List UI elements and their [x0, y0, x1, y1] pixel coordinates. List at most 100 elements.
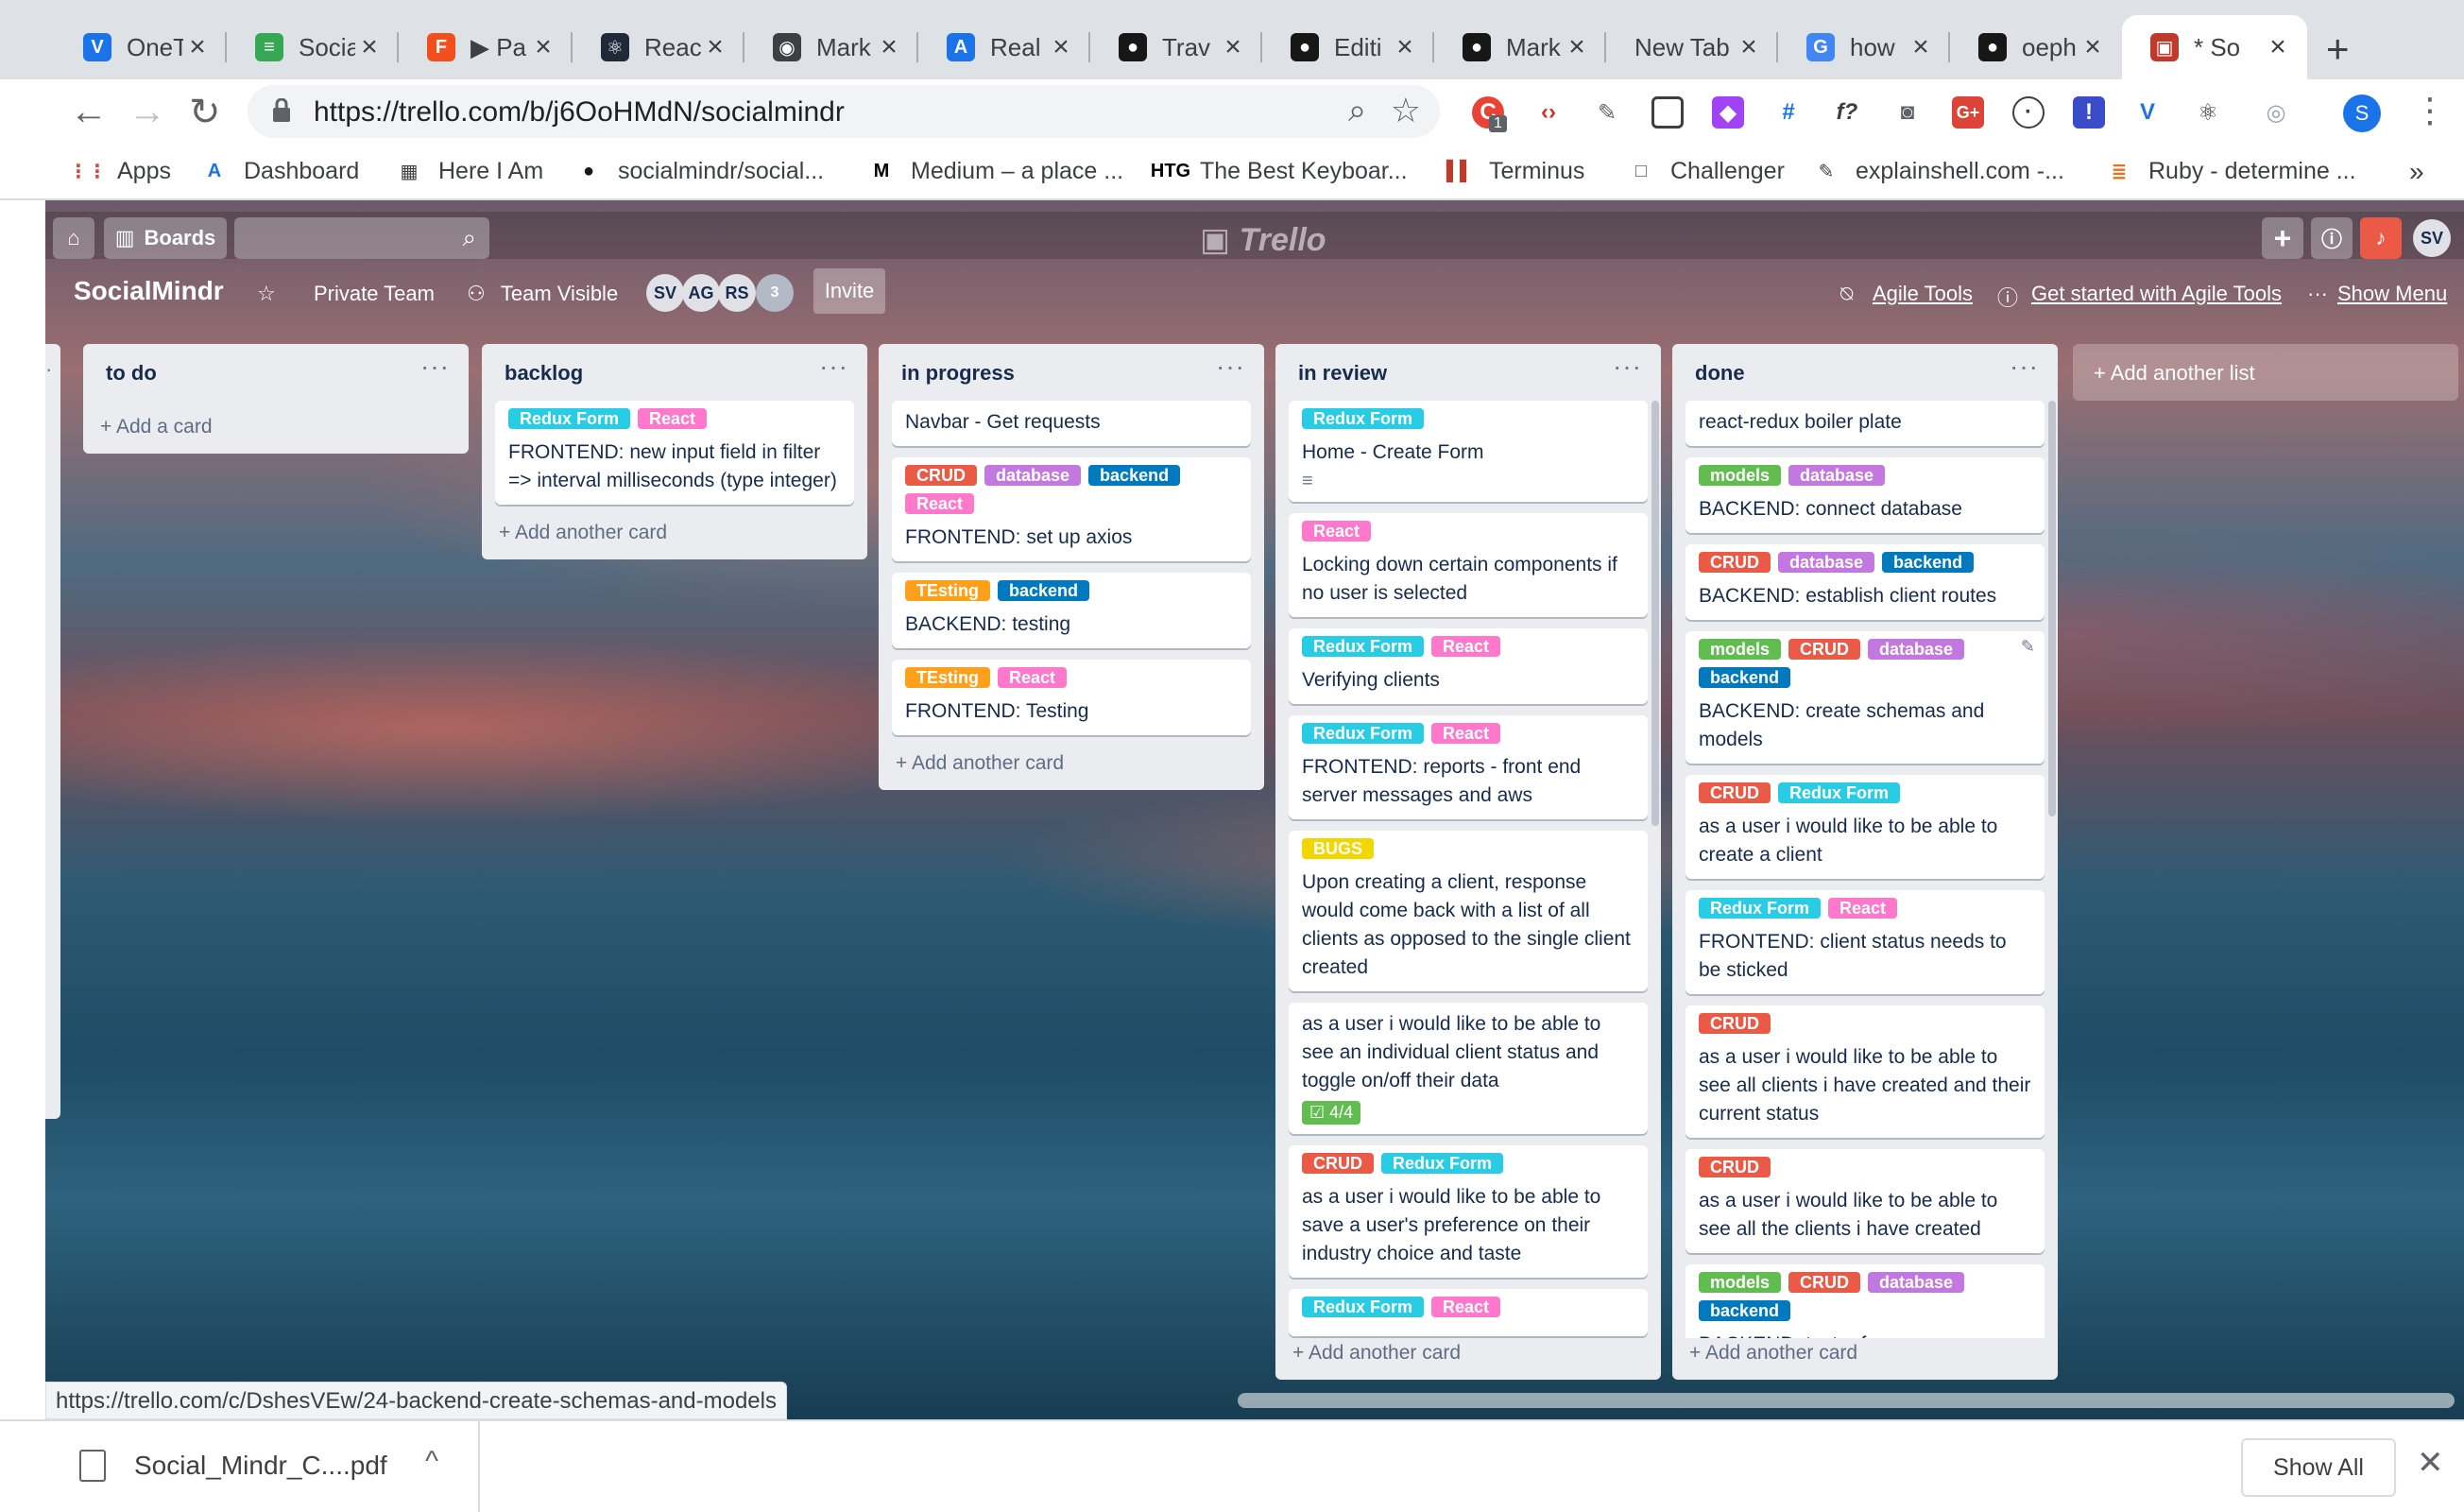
member-avatar[interactable]: SV: [646, 274, 684, 312]
browser-tab[interactable]: ● Editi ×: [1262, 15, 1434, 79]
back-icon[interactable]: ←: [70, 91, 108, 133]
list-title[interactable]: in review: [1298, 361, 1387, 386]
private-team-button[interactable]: Private Team: [314, 282, 435, 306]
trello-logo[interactable]: ▣ Trello: [1200, 221, 1326, 259]
card-label[interactable]: Redux Form: [1302, 723, 1425, 744]
card-label[interactable]: React: [1302, 521, 1372, 541]
tab-close-icon[interactable]: ×: [2079, 31, 2107, 63]
list-header[interactable]: done ···: [1672, 344, 2058, 401]
card-label[interactable]: Redux Form: [1302, 408, 1425, 429]
tab-close-icon[interactable]: ×: [1391, 31, 1419, 63]
card[interactable]: Redux Form React: [1289, 1289, 1648, 1336]
team-visibility-button[interactable]: ⚇ Team Visible: [467, 282, 618, 306]
card[interactable]: TEsting backend BACKEND: testing: [892, 573, 1251, 648]
list-scrollbar[interactable]: [1651, 401, 1659, 826]
list-header[interactable]: in review ···: [1275, 344, 1661, 401]
add-another-list-button[interactable]: + Add another list: [2073, 344, 2458, 401]
card-label[interactable]: CRUD: [1302, 1153, 1374, 1174]
card-label[interactable]: Redux Form: [1302, 1297, 1425, 1317]
card[interactable]: modelsCRUDdatabasebackendBACKEND: test r…: [1685, 1264, 2045, 1338]
card[interactable]: as a user i would like to be able to see…: [1289, 1003, 1648, 1134]
browser-tab[interactable]: ▣ * So ×: [2122, 15, 2307, 79]
close-downloads-icon[interactable]: ✕: [2417, 1444, 2444, 1482]
extension-blue-icon[interactable]: !: [2073, 96, 2105, 129]
vimeo-extension-icon[interactable]: V: [2131, 96, 2164, 129]
card-label[interactable]: Redux Form: [508, 408, 631, 429]
card-label[interactable]: CRUD: [1699, 782, 1771, 803]
bookmark-item[interactable]: ▦ Here I Am: [395, 157, 544, 185]
card-label[interactable]: backend: [1699, 667, 1791, 688]
board-title[interactable]: SocialMindr: [74, 276, 224, 306]
list-menu-icon[interactable]: ···: [1613, 352, 1642, 382]
card-label[interactable]: CRUD: [1788, 1272, 1861, 1293]
card[interactable]: models database BACKEND: connect database: [1685, 457, 2045, 533]
bookmark-item[interactable]: HTG The Best Keyboar...: [1151, 157, 1408, 185]
list-menu-icon[interactable]: ···: [2010, 352, 2039, 382]
extension-grey-icon[interactable]: ◎: [2260, 96, 2292, 129]
list-title[interactable]: backlog: [505, 361, 583, 386]
invite-button[interactable]: Invite: [813, 268, 885, 314]
tab-close-icon[interactable]: ×: [1219, 31, 1247, 63]
new-tab-button[interactable]: +: [2326, 26, 2350, 72]
card-label[interactable]: backend: [1699, 1300, 1791, 1321]
bookmark-item[interactable]: M Medium – a place ...: [867, 157, 1123, 185]
browser-tab[interactable]: Ghow ×: [1778, 15, 1950, 79]
card[interactable]: CRUD database backend BACKEND: establish cl…: [1685, 544, 2045, 620]
card[interactable]: TEsting React FRONTEND: Testing: [892, 660, 1251, 735]
tab-close-icon[interactable]: ×: [529, 31, 557, 63]
card-label[interactable]: TEsting: [905, 580, 990, 601]
card-label[interactable]: CRUD: [1699, 1013, 1771, 1034]
list-scrollbar[interactable]: [2048, 401, 2056, 816]
json-extension-icon[interactable]: ·: [2012, 96, 2045, 129]
card-label[interactable]: React: [1431, 1297, 1501, 1317]
agile-tools-link[interactable]: Agile Tools: [1873, 282, 1973, 306]
card-label[interactable]: database: [1788, 465, 1886, 486]
card-label[interactable]: database: [1868, 639, 1965, 660]
list-header[interactable]: in progress ···: [879, 344, 1264, 401]
create-button[interactable]: +: [2262, 217, 2303, 259]
tab-close-icon[interactable]: ×: [701, 31, 729, 63]
card-label[interactable]: React: [1431, 723, 1501, 744]
bookmark-item[interactable]: ✎ explainshell.com -...: [1812, 157, 2064, 185]
bookmark-item[interactable]: ● socialmindr/social...: [574, 157, 824, 185]
card[interactable]: BUGS Upon creating a client, response wou…: [1289, 831, 1648, 991]
card-label[interactable]: BUGS: [1302, 838, 1375, 859]
user-avatar[interactable]: SV: [2413, 219, 2451, 257]
card-label[interactable]: Redux Form: [1699, 898, 1822, 919]
chevron-up-icon[interactable]: ^: [425, 1446, 438, 1478]
card-label[interactable]: React: [1828, 898, 1898, 919]
trello-search-input[interactable]: ⌕: [234, 217, 489, 259]
tab-close-icon[interactable]: ×: [183, 31, 212, 63]
list-menu-icon[interactable]: ···: [1216, 352, 1245, 382]
add-card-button[interactable]: + Add another card: [1672, 1331, 1874, 1380]
card[interactable]: react-redux boiler plate: [1685, 401, 2045, 446]
download-item[interactable]: Social_Mindr_C....pdf: [79, 1450, 387, 1482]
bookmark-item[interactable]: ▌▌ Terminus: [1446, 157, 1585, 185]
font-extension-icon[interactable]: f?: [1831, 96, 1863, 129]
react-devtools-icon[interactable]: ⚛: [2192, 96, 2224, 129]
browser-tab[interactable]: F ▶ Pa ×: [399, 15, 573, 79]
card-label[interactable]: CRUD: [1699, 552, 1771, 573]
card-label[interactable]: React: [638, 408, 708, 429]
member-avatar[interactable]: AG: [682, 274, 720, 312]
browser-menu-icon[interactable]: ⋮: [2413, 91, 2447, 130]
card-label[interactable]: database: [1868, 1272, 1965, 1293]
list-menu-icon[interactable]: ···: [420, 352, 450, 382]
list-title[interactable]: done: [1695, 361, 1745, 386]
card-label[interactable]: CRUD: [905, 465, 977, 486]
card[interactable]: Redux Form Home - Create Form ≡: [1289, 401, 1648, 502]
card[interactable]: models CRUD database backend BACKEND: create…: [1685, 631, 2045, 764]
bookmark-item[interactable]: ⋮⋮ Apps: [69, 157, 171, 185]
zoom-icon[interactable]: ⌕: [1348, 93, 1366, 129]
card[interactable]: Redux Form React FRONTEND: new input field…: [495, 401, 854, 505]
browser-tab[interactable]: V OneT ×: [55, 15, 227, 79]
card-label[interactable]: database: [1778, 552, 1875, 573]
card-label[interactable]: models: [1699, 465, 1782, 486]
card-label[interactable]: models: [1699, 1272, 1782, 1293]
browser-tab[interactable]: ● Trav ×: [1090, 15, 1262, 79]
card-label[interactable]: CRUD: [1699, 1157, 1771, 1177]
home-icon[interactable]: ⌂: [53, 217, 94, 259]
browser-tab[interactable]: ◉ Mark ×: [744, 15, 918, 79]
browser-tab[interactable]: ⚛ Reac ×: [573, 15, 744, 79]
info-icon[interactable]: ⓘ: [2311, 217, 2353, 259]
